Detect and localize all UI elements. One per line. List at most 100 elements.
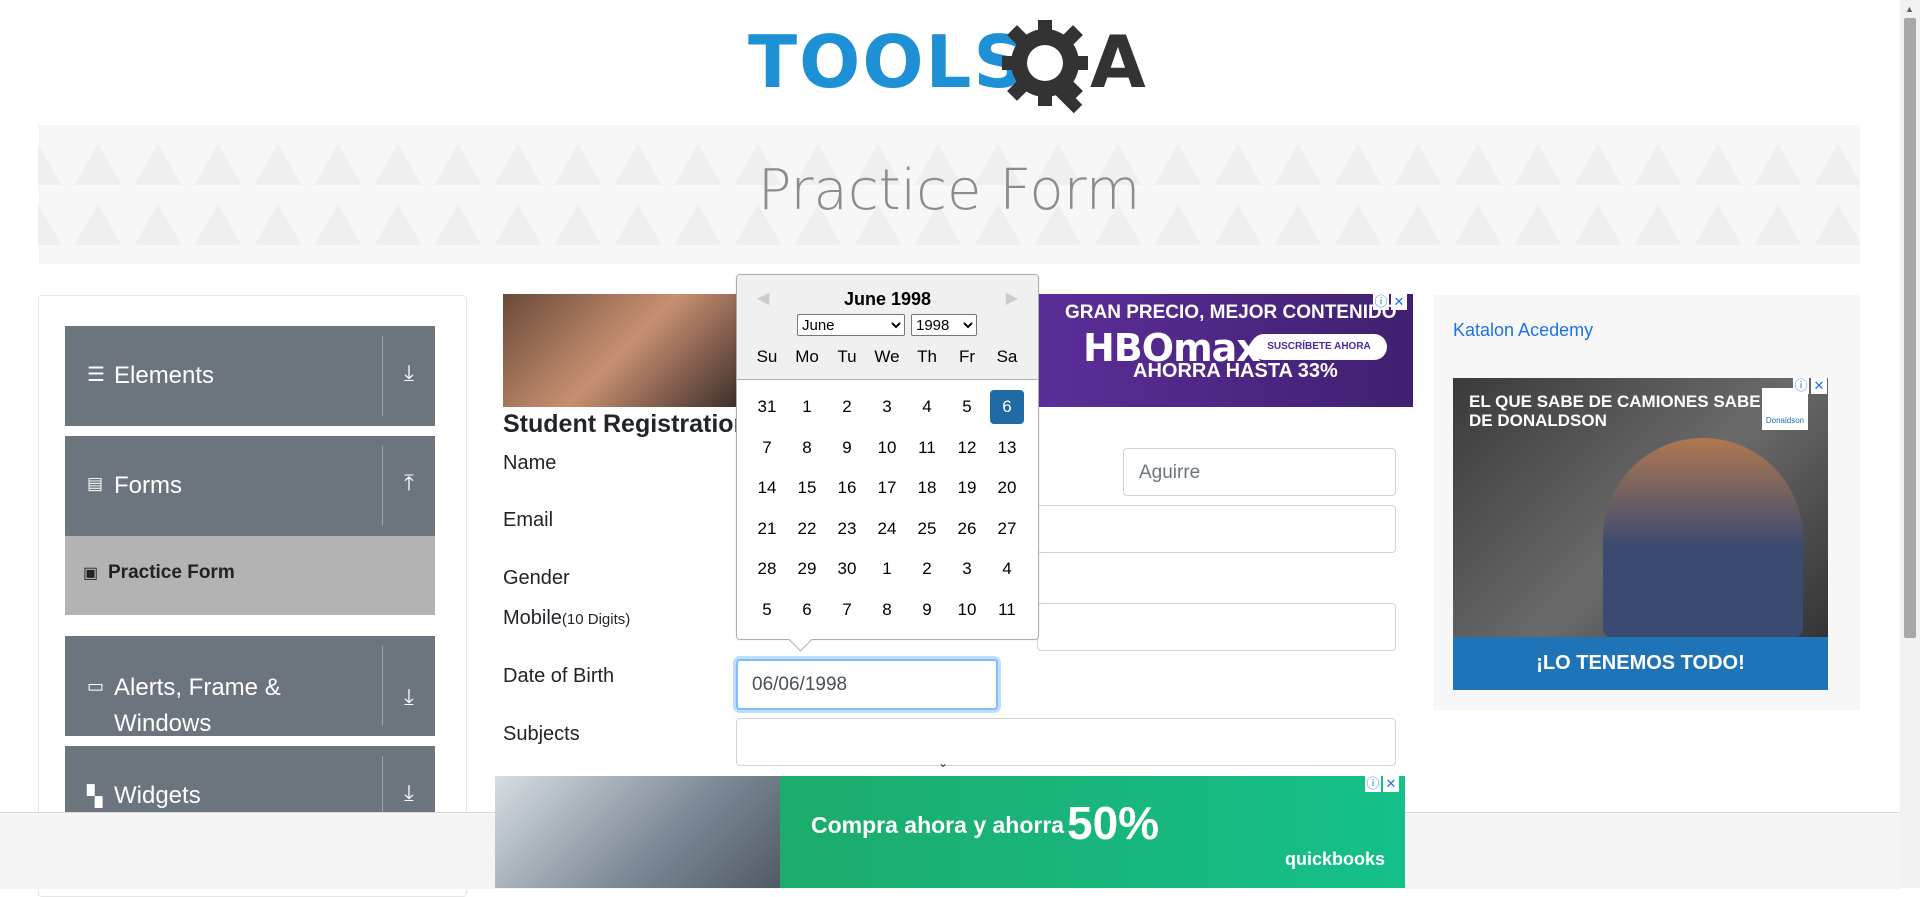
dob-label: Date of Birth: [503, 665, 615, 687]
collapse-arrow-icon: ⤒: [404, 470, 414, 495]
calendar-day[interactable]: 5: [950, 390, 984, 424]
calendar-day[interactable]: 15: [790, 471, 824, 505]
expand-arrow-icon: ⤓: [404, 360, 414, 385]
ad-close-icon[interactable]: ✕: [1383, 776, 1399, 792]
mobile-input[interactable]: [1037, 603, 1396, 651]
mobile-hint: (10 Digits): [561, 611, 631, 628]
menu-icon: ☰: [87, 364, 105, 386]
ad-close-icon[interactable]: ✕: [1811, 378, 1827, 394]
calendar-day[interactable]: 2: [830, 390, 864, 424]
calendar-day[interactable]: 9: [830, 431, 864, 465]
weekday-sa: Sa: [996, 347, 1018, 366]
last-name-input[interactable]: Aguirre: [1123, 448, 1396, 496]
calendar-day[interactable]: 4: [990, 552, 1024, 586]
quickbooks-ad[interactable]: Compra ahora y ahorra 50% quickbooks ⓘ ✕: [495, 776, 1405, 888]
ad-close-icon[interactable]: ✕: [1391, 294, 1407, 310]
next-month-icon[interactable]: ▶: [1006, 288, 1018, 308]
calendar-day[interactable]: 18: [910, 471, 944, 505]
weekday-tu: Tu: [837, 347, 857, 366]
sidebar-group-forms[interactable]: ▤ Forms ⤒: [65, 436, 435, 536]
weekday-su: Su: [756, 347, 778, 366]
window-icon: ▭: [87, 676, 105, 696]
month-select[interactable]: June: [797, 314, 905, 336]
widgets-icon: ▚: [87, 786, 103, 808]
page-banner: Practice Form: [38, 125, 1860, 264]
sidebar-group-elements[interactable]: ☰ Elements ⤓: [65, 326, 435, 426]
calendar-day[interactable]: 1: [790, 390, 824, 424]
toolsqa-logo[interactable]: TOOLS A: [748, 18, 1154, 114]
ad-info-icon[interactable]: ⓘ: [1373, 294, 1389, 310]
current-month: June 1998: [843, 289, 932, 309]
calendar-day[interactable]: 2: [910, 552, 944, 586]
ad-subscribe-button[interactable]: SUSCRÍBETE AHORA: [1251, 334, 1387, 360]
chevron-down-icon[interactable]: ⌄: [938, 756, 948, 770]
calendar-day[interactable]: 10: [950, 593, 984, 627]
date-picker-pointer: [788, 627, 813, 652]
weekday-mo: Mo: [795, 347, 819, 366]
calendar-day[interactable]: 27: [990, 512, 1024, 546]
calendar-day[interactable]: 29: [790, 552, 824, 586]
dob-input[interactable]: 06/06/1998: [736, 659, 998, 710]
scroll-up-icon[interactable]: ▲: [1905, 4, 1914, 14]
calendar-day[interactable]: 26: [950, 512, 984, 546]
sidebar-item-practice-form[interactable]: ▣ Practice Form: [65, 536, 435, 615]
sidebar-group-alerts[interactable]: ▭ Alerts, Frame & Windows ⤓: [65, 636, 435, 737]
ad-logo: Donaldson: [1762, 388, 1808, 430]
sidebar: ☰ Elements ⤓ ▤ Forms ⤒ ▣ Practice Form ▭…: [38, 295, 467, 897]
calendar-day[interactable]: 8: [790, 431, 824, 465]
calendar-day[interactable]: 14: [750, 471, 784, 505]
logo-text: TOOLS: [748, 20, 1028, 104]
ad-info-icon[interactable]: ⓘ: [1365, 776, 1381, 792]
scrollbar[interactable]: ▲: [1900, 0, 1920, 888]
calendar-day[interactable]: 28: [750, 552, 784, 586]
subjects-label: Subjects: [503, 723, 580, 745]
ad-percent: 50%: [1067, 797, 1160, 849]
calendar-day[interactable]: 10: [870, 431, 904, 465]
ad-bar-text: ¡LO TENEMOS TODO!: [1453, 637, 1828, 690]
calendar-day[interactable]: 6: [990, 390, 1024, 424]
calendar-day[interactable]: 16: [830, 471, 864, 505]
gender-label: Gender: [503, 567, 570, 589]
calendar-day[interactable]: 3: [870, 390, 904, 424]
calendar-day[interactable]: 30: [830, 552, 864, 586]
expand-arrow-icon: ⤓: [404, 684, 414, 709]
year-select[interactable]: 1998: [911, 314, 977, 336]
calendar-day[interactable]: 3: [950, 552, 984, 586]
calendar-day[interactable]: 6: [790, 593, 824, 627]
calendar-day[interactable]: 12: [950, 431, 984, 465]
calendar-day[interactable]: 7: [750, 431, 784, 465]
email-input[interactable]: [1037, 505, 1396, 553]
scrollbar-thumb[interactable]: [1904, 18, 1916, 638]
calendar-day[interactable]: 11: [910, 431, 944, 465]
subjects-input[interactable]: [736, 718, 1396, 766]
calendar-day[interactable]: 22: [790, 512, 824, 546]
ad-brand: quickbooks: [1285, 849, 1386, 869]
calendar-day[interactable]: 17: [870, 471, 904, 505]
ad-savings: AHORRA HASTA 33%: [1133, 360, 1338, 382]
ad-info-icon[interactable]: ⓘ: [1793, 378, 1809, 394]
calendar-day[interactable]: 7: [830, 593, 864, 627]
calendar-day[interactable]: 19: [950, 471, 984, 505]
katalon-link[interactable]: Katalon Acedemy: [1453, 320, 1593, 341]
calendar-day[interactable]: 24: [870, 512, 904, 546]
calendar-day[interactable]: 21: [750, 512, 784, 546]
donaldson-ad[interactable]: EL QUE SABE DE CAMIONES SABE DE DONALDSO…: [1453, 378, 1828, 690]
sidebar-group-label-line2: Windows: [114, 710, 212, 737]
calendar-day[interactable]: 8: [870, 593, 904, 627]
weekday-th: Th: [917, 347, 937, 366]
calendar-day[interactable]: 31: [750, 390, 784, 424]
calendar-day[interactable]: 4: [910, 390, 944, 424]
sidebar-group-label: Alerts, Frame &: [114, 674, 281, 701]
ad-person-image: [1603, 438, 1803, 638]
calendar-day[interactable]: 23: [830, 512, 864, 546]
sidebar-group-label: Elements: [114, 362, 215, 389]
calendar-day[interactable]: 25: [910, 512, 944, 546]
calendar-day[interactable]: 5: [750, 593, 784, 627]
ad-laptop-image: [495, 776, 780, 888]
calendar-day[interactable]: 20: [990, 471, 1024, 505]
calendar-day[interactable]: 11: [990, 593, 1024, 627]
calendar-day[interactable]: 1: [870, 552, 904, 586]
calendar-day[interactable]: 13: [990, 431, 1024, 465]
ad-photo: [503, 294, 743, 407]
calendar-day[interactable]: 9: [910, 593, 944, 627]
